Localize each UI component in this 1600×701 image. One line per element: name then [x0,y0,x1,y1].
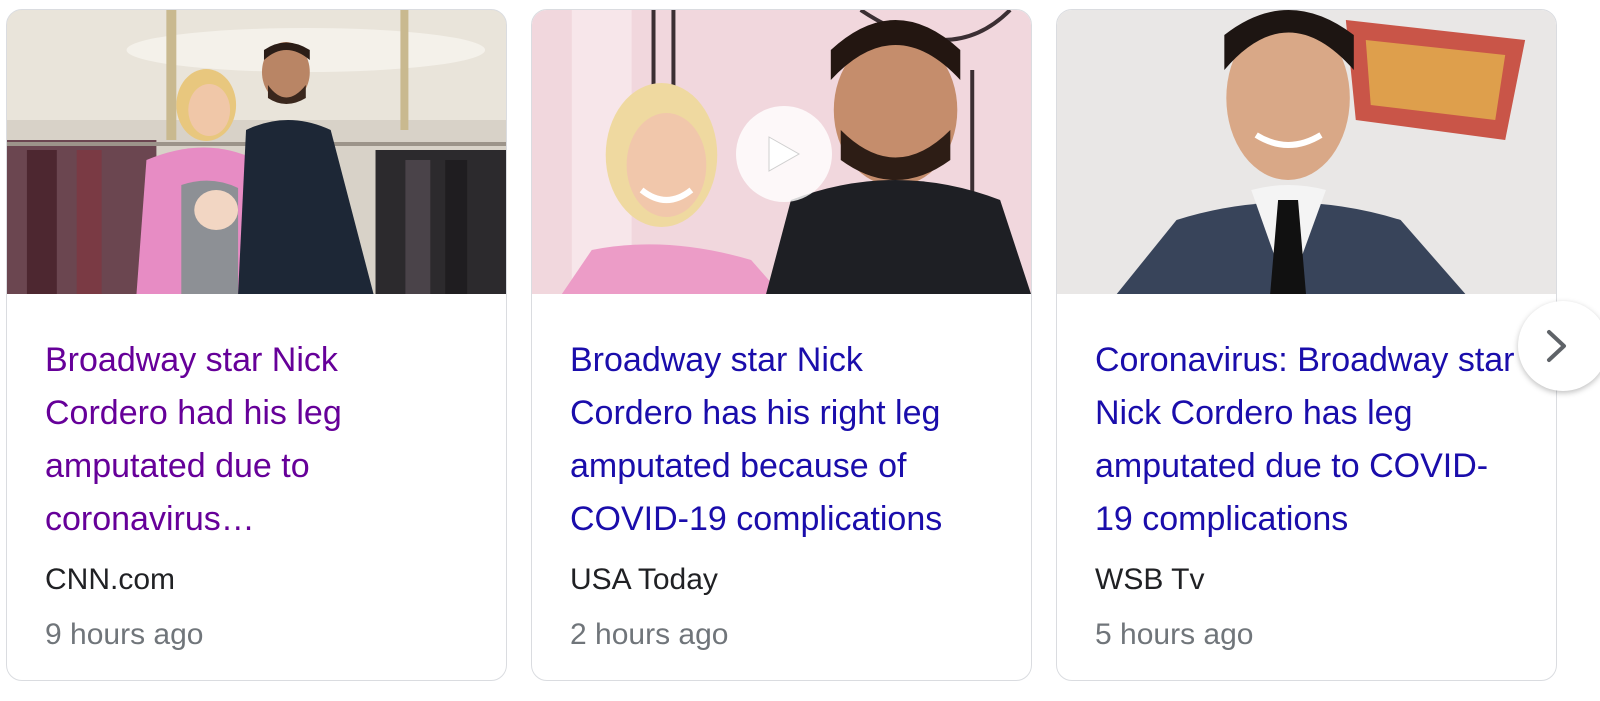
news-card[interactable]: Broadway star Nick Cordero has his right… [531,9,1032,681]
news-card[interactable]: Broadway star Nick Cordero had his leg a… [6,9,507,681]
news-headline[interactable]: Coronavirus: Broadway star Nick Cordero … [1095,334,1518,546]
news-timestamp: 9 hours ago [45,618,204,651]
news-source: USA Today [570,563,718,596]
news-headline[interactable]: Broadway star Nick Cordero had his leg a… [45,334,468,546]
news-source: WSB Tv [1095,563,1205,596]
news-thumbnail[interactable] [1057,10,1556,294]
news-thumbnail[interactable] [532,10,1031,294]
chevron-right-icon [1547,330,1566,362]
play-icon [768,136,801,172]
news-thumbnail[interactable] [7,10,506,294]
thumbnail-image [1057,10,1556,294]
news-timestamp: 5 hours ago [1095,618,1254,651]
news-carousel: Broadway star Nick Cordero had his leg a… [0,0,1600,701]
thumbnail-image [7,10,506,294]
play-button[interactable] [736,106,832,202]
news-timestamp: 2 hours ago [570,618,729,651]
news-card[interactable]: Coronavirus: Broadway star Nick Cordero … [1056,9,1557,681]
carousel-next-button[interactable] [1518,301,1600,391]
news-source: CNN.com [45,563,176,596]
news-headline[interactable]: Broadway star Nick Cordero has his right… [570,334,993,546]
